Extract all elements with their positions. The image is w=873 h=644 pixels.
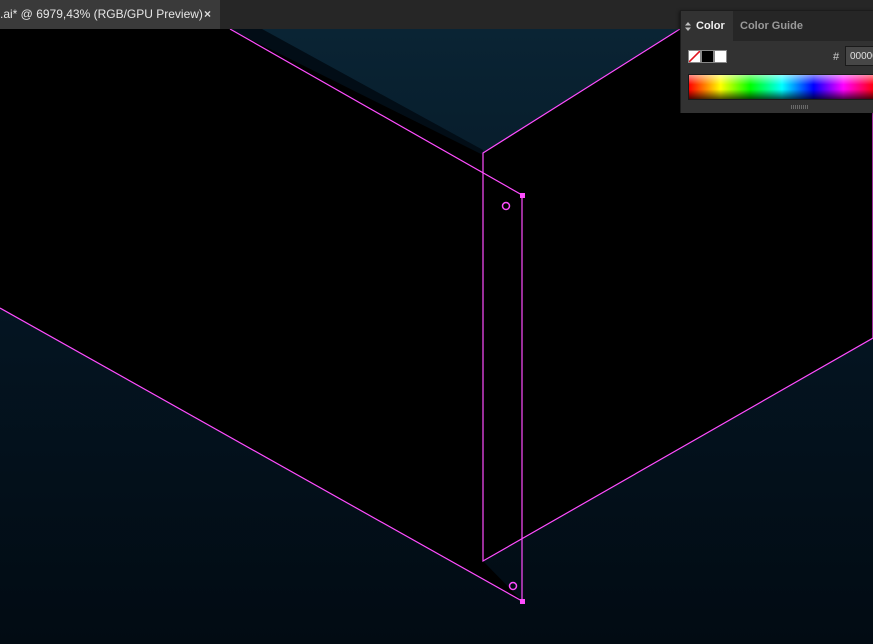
up-down-arrows-icon[interactable] [685, 22, 691, 31]
color-panel: Color Color Guide # 000000 [680, 10, 873, 113]
close-tab-icon[interactable]: × [204, 0, 211, 29]
tab-color-guide[interactable]: Color Guide [733, 11, 823, 41]
illustrator-workspace: .ai* @ 6979,43% (RGB/GPU Preview) × Colo… [0, 0, 873, 644]
document-tab[interactable]: .ai* @ 6979,43% (RGB/GPU Preview) × [0, 0, 220, 29]
none-slash-icon [689, 51, 700, 62]
anchor-point-bottom[interactable] [520, 599, 525, 604]
anchor-point-top[interactable] [520, 193, 525, 198]
artwork-svg [0, 29, 873, 644]
hex-prefix-label: # [833, 51, 840, 63]
white-swatch[interactable] [714, 50, 727, 63]
hex-value-input[interactable]: 000000 [845, 46, 873, 66]
tab-color[interactable]: Color [681, 11, 733, 41]
color-swatches [688, 50, 728, 64]
artboard-canvas[interactable] [0, 29, 873, 644]
tab-color-label: Color [696, 20, 725, 32]
color-panel-tabs: Color Color Guide [681, 11, 873, 41]
color-spectrum-picker[interactable] [688, 74, 873, 100]
panel-resize-grip[interactable] [791, 105, 809, 109]
document-tab-title: .ai* @ 6979,43% (RGB/GPU Preview) [0, 7, 203, 21]
black-swatch[interactable] [701, 50, 714, 63]
none-swatch[interactable] [688, 50, 701, 63]
